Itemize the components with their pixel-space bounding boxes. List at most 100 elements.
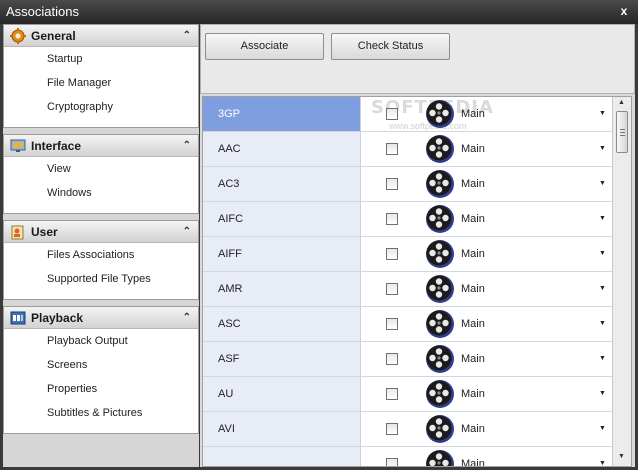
film-reel-icon xyxy=(426,380,454,408)
chevron-down-icon[interactable]: ▼ xyxy=(599,97,606,131)
group-header-interface[interactable]: Interface ⌃ xyxy=(4,135,198,157)
extension-cell[interactable]: ASC xyxy=(203,307,361,341)
chevron-down-icon[interactable]: ▼ xyxy=(599,412,606,446)
collapse-icon[interactable]: ⌃ xyxy=(183,25,191,47)
chevron-down-icon[interactable]: ▼ xyxy=(599,377,606,411)
option-value[interactable]: Main xyxy=(461,132,485,166)
option-value[interactable]: Main xyxy=(461,307,485,341)
extension-cell[interactable]: AAC xyxy=(203,132,361,166)
extension-cell[interactable]: 3GP xyxy=(203,97,361,131)
film-reel-icon xyxy=(426,275,454,303)
group-playback: Playback ⌃ Playback Output Screens Prope… xyxy=(3,306,199,434)
close-button[interactable]: x xyxy=(616,3,632,19)
sidebar-item-screens[interactable]: Screens xyxy=(4,353,198,377)
sidebar-item-subtitles-pictures[interactable]: Subtitles & Pictures xyxy=(4,401,198,425)
chevron-down-icon[interactable]: ▼ xyxy=(599,307,606,341)
chevron-down-icon[interactable]: ▼ xyxy=(599,132,606,166)
chevron-down-icon[interactable]: ▼ xyxy=(599,342,606,376)
chevron-down-icon[interactable]: ▼ xyxy=(599,237,606,271)
associate-checkbox[interactable] xyxy=(386,318,398,330)
collapse-icon[interactable]: ⌃ xyxy=(183,221,191,243)
associate-checkbox[interactable] xyxy=(386,178,398,190)
sidebar-item-view[interactable]: View xyxy=(4,157,198,181)
group-label: General xyxy=(31,29,76,43)
film-reel-icon xyxy=(426,100,454,128)
sidebar-item-playback-output[interactable]: Playback Output xyxy=(4,329,198,353)
group-user: User ⌃ Files Associations Supported File… xyxy=(3,220,199,300)
gear-icon xyxy=(10,28,26,44)
film-reel-icon xyxy=(426,240,454,268)
associate-checkbox[interactable] xyxy=(386,388,398,400)
table-row[interactable]: AIFF Main ▼ xyxy=(203,237,612,272)
table-row[interactable]: AMR Main ▼ xyxy=(203,272,612,307)
table-row[interactable]: AIFC Main ▼ xyxy=(203,202,612,237)
option-value[interactable]: Main xyxy=(461,447,485,466)
extension-cell[interactable]: AC3 xyxy=(203,167,361,201)
option-value[interactable]: Main xyxy=(461,97,485,131)
group-header-general[interactable]: General ⌃ xyxy=(4,25,198,47)
film-reel-icon xyxy=(426,345,454,373)
extension-cell[interactable]: AIFF xyxy=(203,237,361,271)
film-reel-icon xyxy=(426,415,454,443)
scroll-up-icon[interactable]: ▲ xyxy=(618,99,625,106)
extension-cell[interactable] xyxy=(203,447,361,466)
scroll-down-icon[interactable]: ▼ xyxy=(618,453,625,460)
associate-checkbox[interactable] xyxy=(386,248,398,260)
playback-icon xyxy=(10,311,26,325)
option-value[interactable]: Main xyxy=(461,202,485,236)
sidebar-item-properties[interactable]: Properties xyxy=(4,377,198,401)
extension-cell[interactable]: AVI xyxy=(203,412,361,446)
option-value[interactable]: Main xyxy=(461,412,485,446)
thumb-grip-line xyxy=(620,135,625,136)
scroll-thumb[interactable] xyxy=(616,111,628,153)
sidebar-item-windows[interactable]: Windows xyxy=(4,181,198,205)
option-value[interactable]: Main xyxy=(461,342,485,376)
extension-cell[interactable]: AMR xyxy=(203,272,361,306)
main-panel: Associate Check Status SOFTPEDIA www.sof… xyxy=(200,24,635,467)
option-value[interactable]: Main xyxy=(461,237,485,271)
associate-checkbox[interactable] xyxy=(386,423,398,435)
window-title: Associations xyxy=(6,4,79,19)
vertical-scrollbar[interactable]: ▲ ▼ xyxy=(612,97,631,466)
associate-button[interactable]: Associate xyxy=(205,33,324,60)
sidebar-item-supported-file-types[interactable]: Supported File Types xyxy=(4,267,198,291)
option-value[interactable]: Main xyxy=(461,272,485,306)
table-row[interactable]: ASF Main ▼ xyxy=(203,342,612,377)
sidebar-item-file-manager[interactable]: File Manager xyxy=(4,71,198,95)
group-header-user[interactable]: User ⌃ xyxy=(4,221,198,243)
associate-checkbox[interactable] xyxy=(386,143,398,155)
table-row[interactable]: AC3 Main ▼ xyxy=(203,167,612,202)
extension-cell[interactable]: ASF xyxy=(203,342,361,376)
group-general: General ⌃ Startup File Manager Cryptogra… xyxy=(3,24,199,128)
group-header-playback[interactable]: Playback ⌃ xyxy=(4,307,198,329)
extension-cell[interactable]: AIFC xyxy=(203,202,361,236)
film-reel-icon xyxy=(426,450,454,466)
collapse-icon[interactable]: ⌃ xyxy=(183,135,191,157)
table-row[interactable]: AAC Main ▼ xyxy=(203,132,612,167)
table-row[interactable]: ASC Main ▼ xyxy=(203,307,612,342)
associate-checkbox[interactable] xyxy=(386,283,398,295)
film-reel-icon xyxy=(426,135,454,163)
sidebar-item-files-associations[interactable]: Files Associations xyxy=(4,243,198,267)
table-row[interactable]: AVI Main ▼ xyxy=(203,412,612,447)
collapse-icon[interactable]: ⌃ xyxy=(183,307,191,329)
chevron-down-icon[interactable]: ▼ xyxy=(599,202,606,236)
associate-checkbox[interactable] xyxy=(386,458,398,466)
check-status-button[interactable]: Check Status xyxy=(331,33,450,60)
table-row[interactable]: 3GP Main ▼ xyxy=(203,97,612,132)
chevron-down-icon[interactable]: ▼ xyxy=(599,272,606,306)
group-interface: Interface ⌃ View Windows xyxy=(3,134,199,214)
sidebar-item-cryptography[interactable]: Cryptography xyxy=(4,95,198,119)
associate-checkbox[interactable] xyxy=(386,353,398,365)
table-row[interactable]: AU Main ▼ xyxy=(203,377,612,412)
associate-checkbox[interactable] xyxy=(386,108,398,120)
option-value[interactable]: Main xyxy=(461,167,485,201)
chevron-down-icon[interactable]: ▼ xyxy=(599,447,606,466)
associate-checkbox[interactable] xyxy=(386,213,398,225)
film-reel-icon xyxy=(426,205,454,233)
table-row[interactable]: Main ▼ xyxy=(203,447,612,466)
sidebar-item-startup[interactable]: Startup xyxy=(4,47,198,71)
option-value[interactable]: Main xyxy=(461,377,485,411)
extension-cell[interactable]: AU xyxy=(203,377,361,411)
chevron-down-icon[interactable]: ▼ xyxy=(599,167,606,201)
